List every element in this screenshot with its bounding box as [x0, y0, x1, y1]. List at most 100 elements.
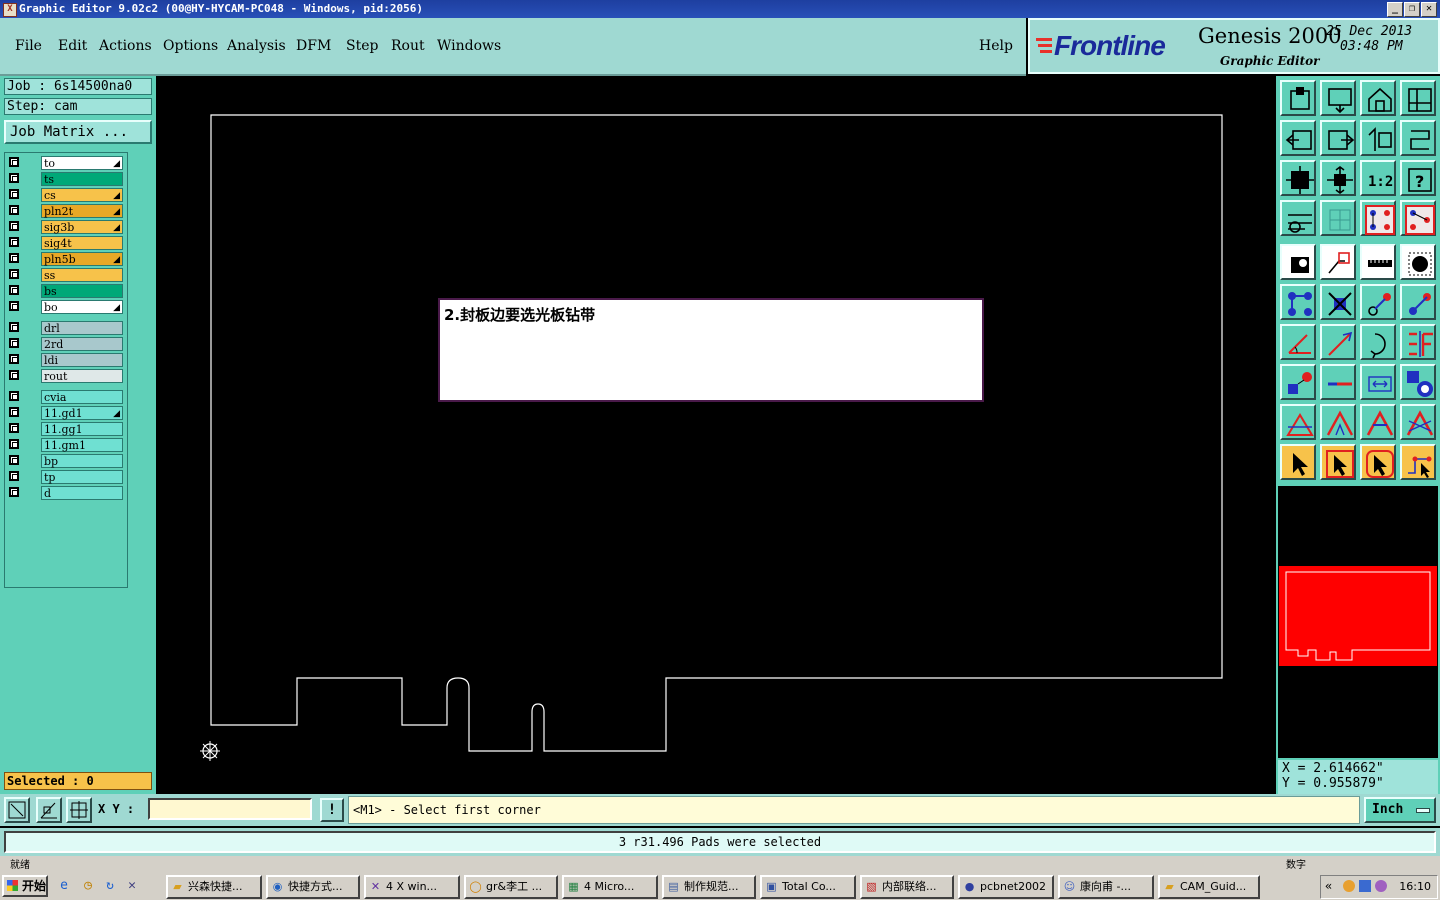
layer-checkbox[interactable] — [9, 370, 19, 380]
board-preview[interactable] — [1278, 486, 1438, 758]
round-pad-button[interactable] — [1400, 244, 1436, 280]
layer-checkbox[interactable] — [9, 253, 19, 263]
layer-row[interactable]: bs — [5, 283, 127, 299]
execute-button[interactable]: ! — [320, 798, 344, 822]
refresh-icon[interactable]: ↻ — [102, 878, 118, 894]
menu-step[interactable]: Step — [346, 38, 378, 54]
layer-row[interactable]: cvia — [5, 389, 127, 405]
layer-name[interactable]: to ◢ — [41, 156, 123, 170]
slash-button[interactable] — [1320, 324, 1356, 360]
menu-help[interactable]: Help — [979, 38, 1013, 54]
layer-name[interactable]: drl — [41, 321, 123, 335]
tray-expand-icon[interactable]: « — [1325, 879, 1332, 893]
cross-button[interactable] — [1320, 284, 1356, 320]
tray-volume-icon[interactable] — [1375, 880, 1387, 892]
layer-checkbox[interactable] — [9, 354, 19, 364]
taskbar-item[interactable]: ▦ 4 Micro... — [562, 875, 658, 899]
layer-name[interactable]: 11.gg1 — [41, 422, 123, 436]
layer-checkbox[interactable] — [9, 338, 19, 348]
triangle-arrow-button[interactable] — [1320, 404, 1356, 440]
polygon-button[interactable] — [1320, 244, 1356, 280]
arc-button[interactable] — [1360, 324, 1396, 360]
line-node-button[interactable] — [1360, 284, 1396, 320]
layer-row[interactable]: rout — [5, 368, 127, 384]
layer-checkbox[interactable] — [9, 221, 19, 231]
job-matrix-button[interactable]: Job Matrix ... — [4, 120, 152, 144]
taskbar-item[interactable]: ● pcbnet2002 — [958, 875, 1054, 899]
layer-name[interactable]: d — [41, 486, 123, 500]
layer-name[interactable]: bp — [41, 454, 123, 468]
layer-row[interactable]: sig4t — [5, 235, 127, 251]
taskbar-item[interactable]: ✕ 4 X win... — [364, 875, 460, 899]
layer-row[interactable]: tp — [5, 469, 127, 485]
unit-selector[interactable]: Inch — [1364, 797, 1436, 823]
ie-icon[interactable]: e — [56, 878, 72, 894]
layer-row[interactable]: cs ◢ — [5, 187, 127, 203]
layer-checkbox[interactable] — [9, 423, 19, 433]
menu-actions[interactable]: Actions — [99, 38, 152, 54]
split-view-button[interactable] — [1400, 80, 1436, 116]
menu-windows[interactable]: Windows — [437, 38, 501, 54]
layer-name[interactable]: ldi — [41, 353, 123, 367]
layer-checkbox[interactable] — [9, 157, 19, 167]
layer-checkbox[interactable] — [9, 173, 19, 183]
grid-button[interactable] — [1320, 200, 1356, 236]
tray-network-icon[interactable] — [1359, 880, 1371, 892]
layer-checkbox[interactable] — [9, 189, 19, 199]
a-cross-button[interactable] — [1400, 404, 1436, 440]
scale-1-2-button[interactable]: 1:2 — [1360, 160, 1396, 196]
pointer-path-button[interactable] — [1400, 444, 1436, 480]
line-arrow-button[interactable] — [1400, 284, 1436, 320]
layer-row[interactable]: 11.gd1 ◢ — [5, 405, 127, 421]
close-button[interactable]: ✕ — [1421, 2, 1437, 17]
taskbar-item[interactable]: ◉ 快捷方式... — [266, 875, 360, 899]
layer-row[interactable]: pln5b ◢ — [5, 251, 127, 267]
layer-compare-2-button[interactable] — [1400, 200, 1436, 236]
split-f-button[interactable] — [1400, 324, 1436, 360]
layer-row[interactable]: 11.gm1 — [5, 437, 127, 453]
menu-file[interactable]: File — [15, 38, 42, 54]
layer-row[interactable]: ss — [5, 267, 127, 283]
undo-zoom-button[interactable] — [1360, 120, 1396, 156]
layer-row[interactable]: bp — [5, 453, 127, 469]
layer-name[interactable]: pln5b ◢ — [41, 252, 123, 266]
layer-row[interactable]: ldi — [5, 352, 127, 368]
ruler-button[interactable] — [1360, 244, 1396, 280]
pad-button[interactable] — [1280, 244, 1316, 280]
layer-name[interactable]: tp — [41, 470, 123, 484]
layer-row[interactable]: drl — [5, 320, 127, 336]
menu-edit[interactable]: Edit — [58, 38, 87, 54]
layer-checkbox[interactable] — [9, 285, 19, 295]
layer-row[interactable]: 2rd — [5, 336, 127, 352]
layer-name[interactable]: bs — [41, 284, 123, 298]
layer-name[interactable]: ss — [41, 268, 123, 282]
layer-name[interactable]: 11.gd1 ◢ — [41, 406, 123, 420]
layer-row[interactable]: pln2t ◢ — [5, 203, 127, 219]
layer-row[interactable]: to ◢ — [5, 155, 127, 171]
help-button[interactable]: ? — [1400, 160, 1436, 196]
taskbar-item[interactable]: ▰ 兴森快捷... — [166, 875, 262, 899]
layer-checkbox[interactable] — [9, 205, 19, 215]
layer-name[interactable]: sig4t — [41, 236, 123, 250]
layer-checkbox[interactable] — [9, 407, 19, 417]
layer-checkbox[interactable] — [9, 439, 19, 449]
layer-name[interactable]: sig3b ◢ — [41, 220, 123, 234]
line-button[interactable] — [1320, 364, 1356, 400]
taskbar-item[interactable]: ▤ 制作规范... — [662, 875, 756, 899]
snap-button[interactable] — [1400, 120, 1436, 156]
taskbar-item[interactable]: ▧ 内部联络... — [860, 875, 954, 899]
pad-node-button[interactable] — [1280, 364, 1316, 400]
taskbar-item[interactable]: ▣ Total Co... — [760, 875, 856, 899]
layer-name[interactable]: ts — [41, 172, 123, 186]
pointer-box-button[interactable] — [1320, 444, 1356, 480]
layer-row[interactable]: bo ◢ — [5, 299, 127, 315]
zoom-home-button[interactable] — [1280, 80, 1316, 116]
layer-row[interactable]: ts — [5, 171, 127, 187]
pointer-button[interactable] — [1280, 444, 1316, 480]
home-button[interactable] — [1360, 80, 1396, 116]
window-title-bar[interactable]: X Graphic Editor 9.02c2 (00@HY-HYCAM-PC0… — [0, 0, 1440, 18]
measure-button[interactable] — [1280, 200, 1316, 236]
layer-row[interactable]: d — [5, 485, 127, 501]
triangle-button[interactable] — [1280, 404, 1316, 440]
a-shape-button[interactable] — [1360, 404, 1396, 440]
